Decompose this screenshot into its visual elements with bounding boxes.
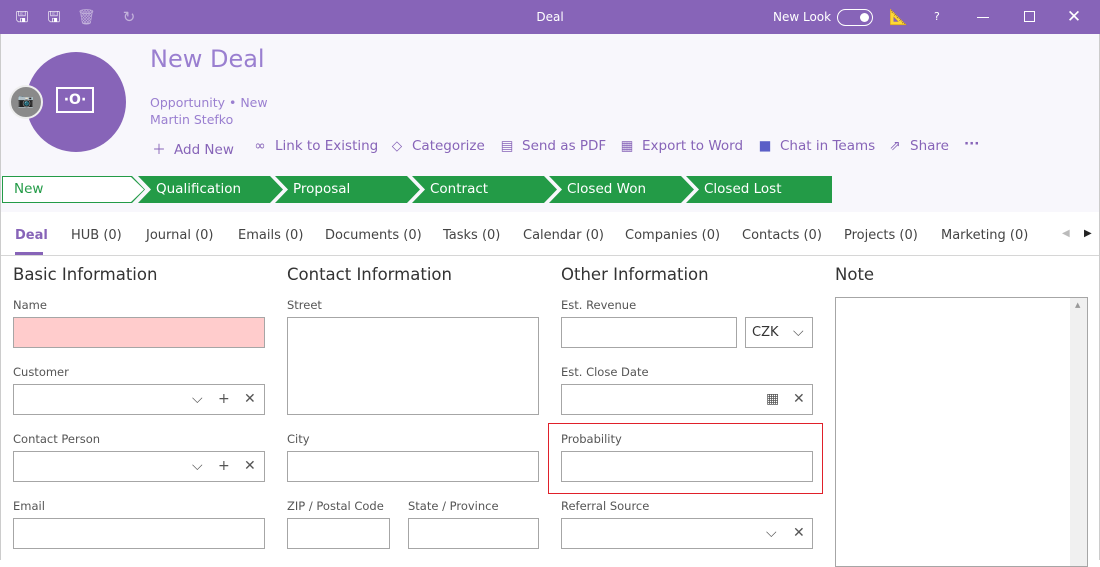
- stage-closed-lost[interactable]: Closed Lost: [686, 176, 832, 203]
- chevron-down-icon[interactable]: ⌵: [192, 458, 203, 474]
- tab-divider: [1, 255, 1099, 256]
- stage-closed-won[interactable]: Closed Won: [549, 176, 694, 203]
- customer-label: Customer: [13, 365, 69, 379]
- probability-label: Probability: [561, 432, 622, 446]
- referral-select[interactable]: ⌵ ✕: [561, 518, 813, 549]
- new-look-label: New Look: [773, 10, 832, 24]
- tab-tasks[interactable]: Tasks (0): [443, 228, 500, 243]
- basic-info-heading: Basic Information: [13, 265, 158, 284]
- record-title: New Deal: [150, 45, 265, 73]
- new-look-toggle[interactable]: [837, 9, 873, 26]
- city-label: City: [287, 432, 310, 446]
- street-input[interactable]: [287, 317, 539, 415]
- tab-companies[interactable]: Companies (0): [625, 228, 720, 243]
- share-button[interactable]: ⇗ Share: [886, 138, 949, 154]
- chevron-down-icon[interactable]: ⌵: [766, 525, 777, 541]
- tab-projects[interactable]: Projects (0): [844, 228, 918, 243]
- teams-icon: ■: [758, 138, 772, 154]
- note-heading: Note: [835, 265, 875, 284]
- email-input[interactable]: [13, 518, 265, 549]
- title-bar: 🖫 🖫 🗑 ↻ Deal New Look 📐 ? ✕: [0, 0, 1100, 34]
- note-scrollbar[interactable]: ▲: [1070, 298, 1087, 566]
- street-label: Street: [287, 298, 322, 312]
- contact-person-lookup[interactable]: ⌵ + ✕: [13, 451, 265, 482]
- clear-icon[interactable]: ✕: [244, 391, 256, 407]
- export-to-word-button[interactable]: ▦ Export to Word: [618, 138, 743, 154]
- revenue-label: Est. Revenue: [561, 298, 637, 312]
- pdf-icon: ▤: [500, 138, 514, 154]
- link-to-existing-button[interactable]: ∞ Link to Existing: [251, 138, 378, 154]
- tab-contacts[interactable]: Contacts (0): [742, 228, 822, 243]
- contact-info-heading: Contact Information: [287, 265, 452, 284]
- camera-icon[interactable]: 📷: [9, 85, 43, 119]
- state-label: State / Province: [408, 499, 499, 513]
- zip-input[interactable]: [287, 518, 390, 549]
- clear-icon[interactable]: ✕: [793, 525, 805, 541]
- stage-contract[interactable]: Contract: [412, 176, 557, 203]
- more-icon[interactable]: ···: [964, 136, 979, 152]
- probability-input[interactable]: [561, 451, 813, 482]
- plus-icon[interactable]: +: [218, 458, 230, 474]
- close-button[interactable]: ✕: [1065, 8, 1083, 26]
- stage-qualification[interactable]: Qualification: [138, 176, 283, 203]
- tab-journal[interactable]: Journal (0): [146, 228, 214, 243]
- tab-emails[interactable]: Emails (0): [238, 228, 303, 243]
- tab-calendar[interactable]: Calendar (0): [523, 228, 604, 243]
- name-input[interactable]: [13, 317, 265, 348]
- revenue-input[interactable]: [561, 317, 737, 348]
- referral-label: Referral Source: [561, 499, 650, 513]
- email-label: Email: [13, 499, 45, 513]
- chevron-down-icon: ⌵: [793, 324, 804, 340]
- minimize-button[interactable]: [977, 17, 989, 18]
- record-owner[interactable]: Martin Stefko: [150, 112, 233, 127]
- currency-select[interactable]: CZK ⌵: [745, 317, 813, 348]
- city-input[interactable]: [287, 451, 539, 482]
- name-label: Name: [13, 298, 47, 312]
- calendar-icon[interactable]: ▦: [766, 391, 779, 407]
- state-input[interactable]: [408, 518, 539, 549]
- tab-scroll-left-icon[interactable]: ◀: [1062, 228, 1070, 239]
- word-icon: ▦: [620, 138, 634, 154]
- money-icon: ·O·: [56, 87, 94, 113]
- link-icon: ∞: [254, 138, 266, 154]
- plus-icon[interactable]: +: [218, 391, 230, 407]
- chevron-down-icon[interactable]: ⌵: [192, 391, 203, 407]
- stage-proposal[interactable]: Proposal: [275, 176, 420, 203]
- maximize-button[interactable]: [1024, 11, 1035, 22]
- customer-lookup[interactable]: ⌵ + ✕: [13, 384, 265, 415]
- chat-in-teams-button[interactable]: ■ Chat in Teams: [756, 138, 876, 154]
- plus-icon: ＋: [152, 142, 166, 158]
- share-icon: ⇗: [889, 138, 901, 154]
- help-button[interactable]: ?: [934, 10, 940, 23]
- clear-icon[interactable]: ✕: [793, 391, 805, 407]
- stage-new[interactable]: New: [2, 176, 145, 203]
- tab-marketing[interactable]: Marketing (0): [941, 228, 1028, 243]
- tab-hub[interactable]: HUB (0): [71, 228, 122, 243]
- categorize-button[interactable]: ◇ Categorize: [388, 138, 485, 154]
- ruler-icon[interactable]: 📐: [889, 8, 908, 26]
- close-date-input[interactable]: ▦ ✕: [561, 384, 813, 415]
- record-subtitle: Opportunity • New: [150, 95, 268, 110]
- tag-icon: ◇: [391, 138, 403, 154]
- tab-deal[interactable]: Deal: [15, 228, 48, 243]
- tab-scroll-right-icon[interactable]: ▶: [1084, 228, 1092, 239]
- contact-person-label: Contact Person: [13, 432, 101, 446]
- tab-documents[interactable]: Documents (0): [325, 228, 422, 243]
- clear-icon[interactable]: ✕: [244, 458, 256, 474]
- send-as-pdf-button[interactable]: ▤ Send as PDF: [498, 138, 607, 154]
- other-info-heading: Other Information: [561, 265, 709, 284]
- note-textarea[interactable]: ▲: [835, 297, 1088, 567]
- add-new-button[interactable]: ＋ Add New: [150, 138, 234, 158]
- close-date-label: Est. Close Date: [561, 365, 649, 379]
- zip-label: ZIP / Postal Code: [287, 499, 384, 513]
